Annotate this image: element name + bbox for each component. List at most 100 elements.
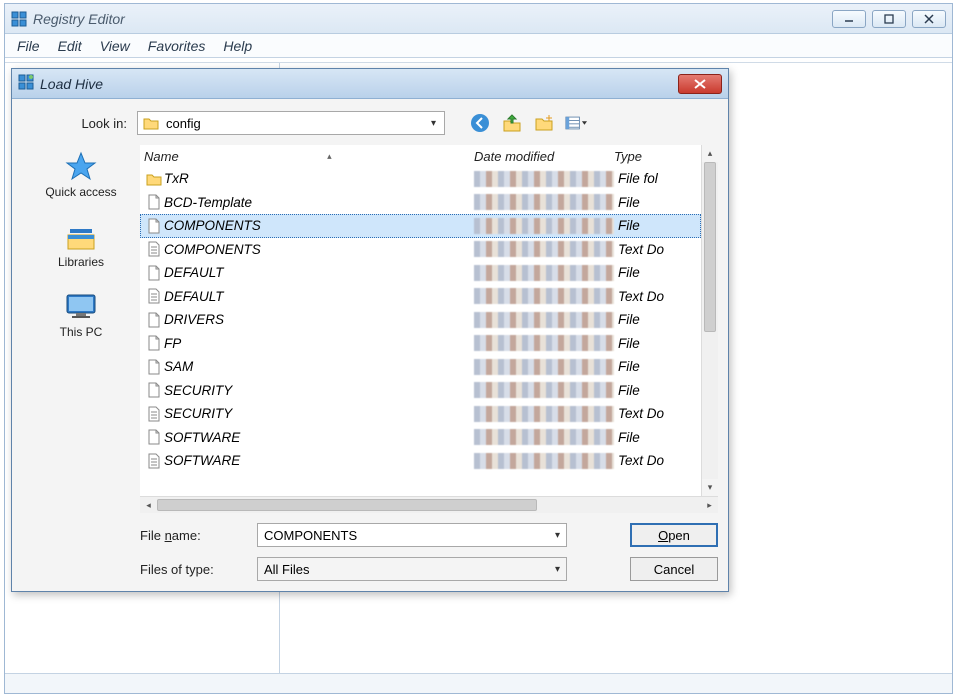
cancel-button[interactable]: Cancel [630,557,718,581]
file-row[interactable]: DEFAULT File [140,261,701,285]
file-icon [144,359,164,375]
file-row[interactable]: DRIVERSFile [140,308,701,332]
scroll-left-icon[interactable]: ◂ [140,497,157,513]
files-of-type-select[interactable]: All Files ▾ [257,557,567,581]
text-file-icon [144,406,164,422]
regedit-icon [18,74,34,93]
menu-help[interactable]: Help [223,38,252,54]
menu-edit[interactable]: Edit [58,38,82,54]
text-file-icon [144,453,164,469]
file-name: COMPONENTS [164,218,474,233]
file-row[interactable]: SOFTWAREText Do [140,449,701,473]
file-type: File fol [618,171,678,186]
file-type: File [618,218,678,233]
menu-favorites[interactable]: Favorites [148,38,206,54]
file-name: SOFTWARE [164,453,474,468]
place-libraries[interactable]: Libraries [58,221,104,269]
file-row[interactable]: DEFAULTText Do [140,285,701,309]
file-row[interactable]: SAM File [140,355,701,379]
file-list[interactable]: Name ▴ Date modified Type TxR File fol BCD… [140,145,718,496]
new-folder-icon[interactable] [533,112,555,134]
menubar: File Edit View Favorites Help [5,34,952,58]
menu-file[interactable]: File [17,38,40,54]
file-type: Text Do [618,289,678,304]
back-icon[interactable] [469,112,491,134]
file-icon [144,382,164,398]
file-row[interactable]: SOFTWAREFile [140,426,701,450]
views-icon[interactable] [565,112,587,134]
file-type: Text Do [618,242,678,257]
folder-icon [144,172,164,186]
scroll-down-icon[interactable]: ▾ [702,479,718,496]
file-row[interactable]: BCD-Template File [140,191,701,215]
date-modified [474,265,614,281]
col-name[interactable]: Name [144,149,179,164]
file-name: TxR [164,171,474,186]
up-one-level-icon[interactable] [501,112,523,134]
date-modified [474,406,614,422]
text-file-icon [144,288,164,304]
file-type: Text Do [618,406,678,421]
horizontal-scrollbar[interactable]: ◂ ▸ [140,496,718,513]
date-modified [474,359,614,375]
folder-icon [142,115,160,131]
list-header[interactable]: Name ▴ Date modified Type [140,145,701,167]
date-modified [474,382,614,398]
file-name: SECURITY [164,383,474,398]
file-name-input[interactable]: COMPONENTS ▾ [257,523,567,547]
file-icon [144,312,164,328]
date-modified [474,429,614,445]
date-modified [474,312,614,328]
open-button[interactable]: Open [630,523,718,547]
main-title: Registry Editor [33,11,125,27]
file-row[interactable]: FPFile [140,332,701,356]
close-button[interactable] [912,10,946,28]
place-quick-access[interactable]: Quick access [45,151,116,199]
file-type: File [618,383,678,398]
menu-view[interactable]: View [100,38,130,54]
file-row[interactable]: COMPONENTS Text Do [140,238,701,262]
col-type[interactable]: Type [614,149,674,164]
file-type: File [618,430,678,445]
date-modified [474,218,614,234]
file-row[interactable]: TxR File fol [140,167,701,191]
scroll-thumb[interactable] [157,499,537,511]
file-name: DEFAULT [164,265,474,280]
file-name: SECURITY [164,406,474,421]
sort-asc-icon: ▴ [185,151,474,162]
maximize-button[interactable] [872,10,906,28]
file-icon [144,218,164,234]
file-type: File [618,195,678,210]
file-name: BCD-Template [164,195,474,210]
file-name-label: File name: [140,528,245,543]
files-of-type-value: All Files [264,562,555,577]
scroll-up-icon[interactable]: ▴ [702,145,718,162]
file-name: SAM [164,359,474,374]
file-type: File [618,336,678,351]
file-type: File [618,265,678,280]
date-modified [474,453,614,469]
dialog-close-button[interactable] [678,74,722,94]
scroll-right-icon[interactable]: ▸ [701,497,718,513]
minimize-button[interactable] [832,10,866,28]
file-row[interactable]: COMPONENTS File [140,214,701,238]
lookin-combo[interactable]: config ▾ [137,111,445,135]
lookin-value: config [166,116,427,131]
file-row[interactable]: SECURITY Text Do [140,402,701,426]
file-icon [144,429,164,445]
scroll-thumb[interactable] [704,162,716,332]
file-icon [144,194,164,210]
col-date[interactable]: Date modified [474,149,614,164]
date-modified [474,194,614,210]
file-type: File [618,359,678,374]
file-name: COMPONENTS [164,242,474,257]
place-this-pc[interactable]: This PC [60,291,103,339]
vertical-scrollbar[interactable]: ▴ ▾ [701,145,718,496]
file-icon [144,335,164,351]
dialog-titlebar: Load Hive [12,69,728,99]
place-label: Libraries [58,255,104,269]
dialog-title: Load Hive [40,76,103,92]
statusbar [5,673,952,693]
date-modified [474,241,614,257]
file-row[interactable]: SECURITY File [140,379,701,403]
